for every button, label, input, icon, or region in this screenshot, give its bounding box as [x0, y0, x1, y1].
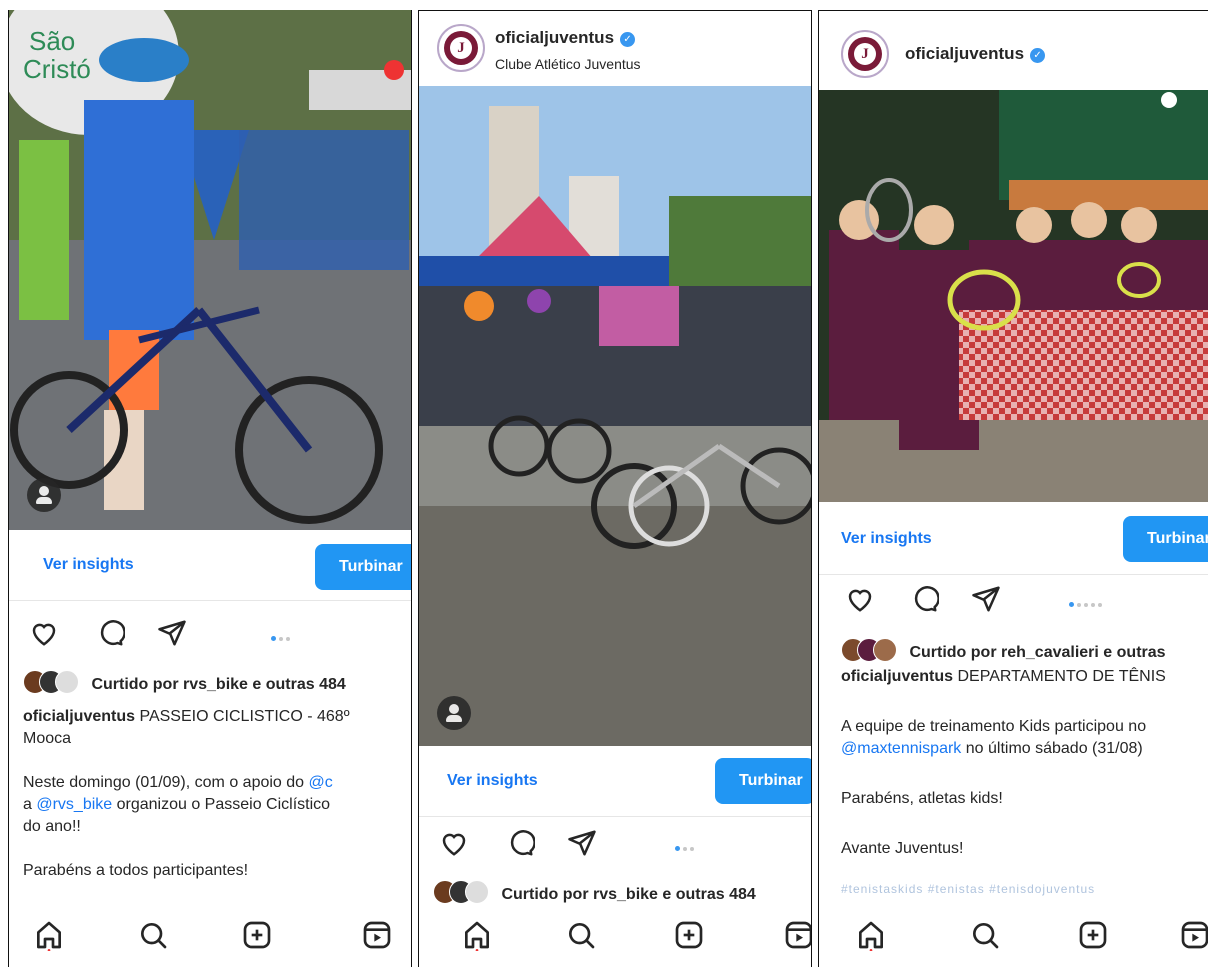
- home-icon[interactable]: [855, 919, 887, 951]
- reels-icon[interactable]: [783, 919, 812, 951]
- svg-text:Cristó: Cristó: [23, 54, 91, 84]
- tagged-users-icon[interactable]: [27, 478, 61, 512]
- profile-avatar[interactable]: J: [437, 24, 485, 72]
- caption-username[interactable]: oficialjuventus: [841, 668, 953, 685]
- boost-post-button[interactable]: Turbinar: [315, 544, 411, 590]
- post-panel-3: J oficialjuventus✓ Ver insights Turbina: [818, 10, 1208, 967]
- account-name[interactable]: oficialjuventus ✓: [905, 44, 1046, 64]
- profile-avatar[interactable]: J: [841, 30, 889, 78]
- bottom-nav: [9, 907, 411, 967]
- svg-text:São: São: [29, 26, 75, 56]
- post-actions: [839, 584, 1208, 620]
- comment-icon[interactable]: [909, 584, 939, 614]
- liked-by[interactable]: Curtido por rvs_bike e outras 484: [23, 670, 346, 694]
- like-heart-icon[interactable]: [29, 618, 59, 648]
- caption-mention-maxtennispark[interactable]: @maxtennispark: [841, 740, 961, 757]
- caption-mention[interactable]: @c: [309, 774, 333, 791]
- post-actions: [29, 618, 409, 654]
- verified-badge-icon: ✓: [1030, 48, 1046, 63]
- create-post-icon[interactable]: [673, 919, 705, 951]
- reels-icon[interactable]: [361, 919, 393, 951]
- verified-badge-icon: ✓: [620, 32, 636, 47]
- caption-mention-rvs-bike[interactable]: @rvs_bike: [36, 796, 112, 813]
- create-post-icon[interactable]: [1077, 919, 1109, 951]
- account-name[interactable]: oficialjuventus ✓: [495, 28, 636, 48]
- like-heart-icon[interactable]: [845, 584, 875, 614]
- liked-by[interactable]: Curtido por rvs_bike e outras 484: [433, 880, 756, 904]
- tagged-users-icon[interactable]: [437, 696, 471, 730]
- account-subtitle: Clube Atlético Juventus: [495, 56, 641, 72]
- comment-icon[interactable]: [505, 828, 535, 858]
- post-panel-2: J oficialjuventus ✓ Clube Atlético Juvent…: [418, 10, 812, 967]
- create-post-icon[interactable]: [241, 919, 273, 951]
- comment-icon[interactable]: [95, 618, 125, 648]
- post-panel-1: São Cristó Ver insights Turbinar Curtido…: [8, 10, 412, 967]
- share-icon[interactable]: [157, 618, 187, 648]
- liked-by[interactable]: Curtido por reh_cavalieri e outras: [841, 638, 1166, 662]
- search-icon[interactable]: [137, 919, 169, 951]
- view-insights-link[interactable]: Ver insights: [447, 772, 538, 790]
- carousel-indicator: [271, 630, 293, 642]
- bottom-nav: [419, 907, 811, 967]
- post-photo-event[interactable]: [419, 86, 811, 746]
- share-icon[interactable]: [567, 828, 597, 858]
- search-icon[interactable]: [969, 919, 1001, 951]
- share-icon[interactable]: [971, 584, 1001, 614]
- carousel-indicator: [1069, 596, 1105, 608]
- post-header: J oficialjuventus ✓ Clube Atlético Juvent…: [419, 10, 811, 82]
- view-insights-link[interactable]: Ver insights: [841, 530, 932, 548]
- post-header: J oficialjuventus ✓: [819, 10, 1208, 82]
- home-icon[interactable]: [33, 919, 65, 951]
- search-icon[interactable]: [565, 919, 597, 951]
- boost-post-button[interactable]: Turbinar: [715, 758, 811, 804]
- reels-icon[interactable]: [1179, 919, 1208, 951]
- post-photo-tennis[interactable]: [819, 90, 1208, 502]
- post-caption: oficialjuventus DEPARTAMENTO DE TÊNIS A …: [841, 668, 1166, 896]
- post-caption: oficialjuventus PASSEIO CICLISTICO - 468…: [23, 708, 350, 879]
- carousel-indicator: [675, 840, 697, 852]
- home-icon[interactable]: [461, 919, 493, 951]
- caption-username[interactable]: oficialjuventus: [23, 708, 135, 725]
- boost-post-button[interactable]: Turbinar: [1123, 516, 1208, 562]
- bottom-nav: [819, 907, 1208, 967]
- post-actions: [439, 828, 809, 864]
- view-insights-link[interactable]: Ver insights: [43, 556, 134, 574]
- post-photo-cycling[interactable]: São Cristó: [9, 10, 411, 530]
- like-heart-icon[interactable]: [439, 828, 469, 858]
